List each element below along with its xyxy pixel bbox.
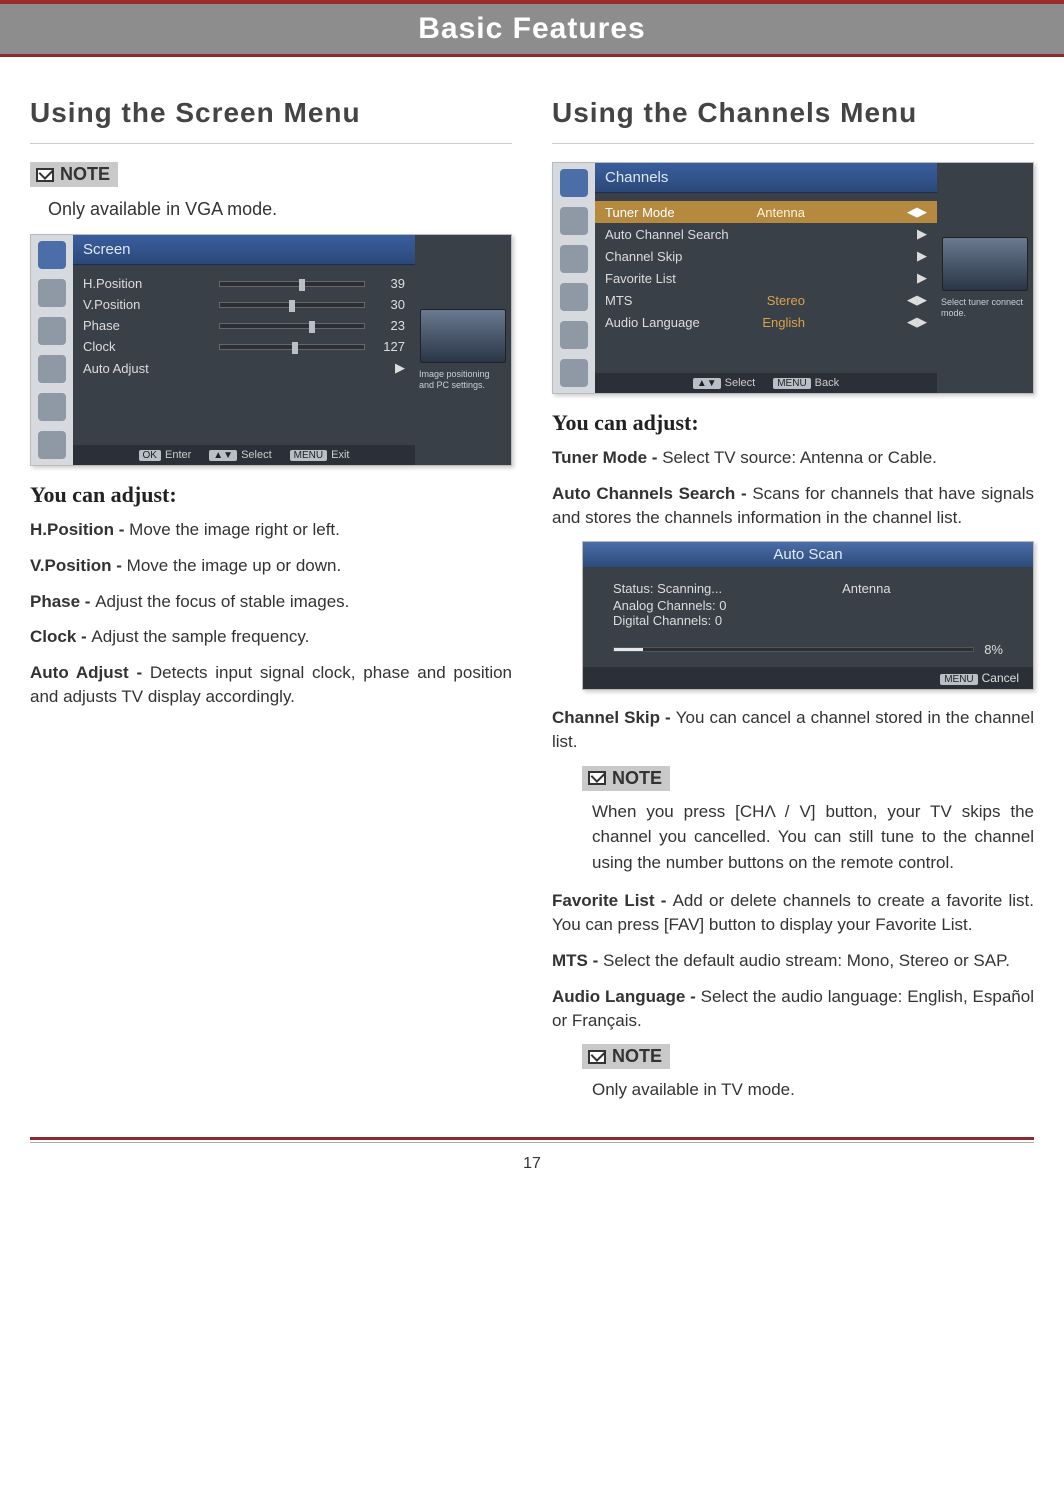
- osd-icon: [38, 317, 66, 345]
- check-icon: [36, 168, 54, 182]
- subhead: You can adjust:: [30, 482, 512, 508]
- note-label: NOTE: [612, 1046, 662, 1067]
- osd-icon-strip: [553, 163, 595, 393]
- osd-row-clock: Clock 127: [73, 336, 415, 357]
- osd-row-mts: MTS Stereo ◀▶: [595, 289, 937, 311]
- osd-icon: [38, 279, 66, 307]
- page-header: Basic Features: [0, 4, 1064, 54]
- note-text: When you press [CHΛ / V] button, your TV…: [592, 799, 1034, 876]
- desc-mts: MTS - Select the default audio stream: M…: [552, 949, 1034, 973]
- note-label: NOTE: [612, 768, 662, 789]
- check-icon: [588, 771, 606, 785]
- osd-autoscan: Auto Scan Status: Scanning...Antenna Ana…: [582, 541, 1034, 690]
- note-text: Only available in VGA mode.: [48, 199, 512, 220]
- osd-row-chskip: Channel Skip ▶: [595, 245, 937, 267]
- osd-title: Screen: [73, 235, 415, 265]
- chevron-right-icon: ▶: [917, 226, 927, 242]
- preview-thumb: [420, 309, 506, 363]
- osd-title: Channels: [595, 163, 937, 193]
- osd-icon-strip: [31, 235, 73, 465]
- desc-autosearch: Auto Channels Search - Scans for channel…: [552, 482, 1034, 530]
- check-icon: [588, 1050, 606, 1064]
- subhead: You can adjust:: [552, 410, 1034, 436]
- section-rule: [552, 143, 1034, 144]
- osd-icon: [560, 359, 588, 387]
- osd-preview-pane: Image positioning and PC settings.: [415, 235, 511, 465]
- footer-rule: [30, 1137, 1034, 1140]
- preview-thumb: [942, 237, 1028, 291]
- osd-channels: Channels Tuner Mode Antenna ◀▶ Auto Chan…: [552, 162, 1034, 394]
- note-text: Only available in TV mode.: [592, 1077, 1034, 1103]
- osd-icon: [38, 241, 66, 269]
- slider: [219, 281, 365, 287]
- osd-row-tunermode: Tuner Mode Antenna ◀▶: [595, 201, 937, 223]
- note-badge: NOTE: [582, 766, 670, 791]
- right-column: Using the Channels Menu Channels Tune: [552, 97, 1034, 1117]
- osd-icon: [38, 393, 66, 421]
- scan-title: Auto Scan: [583, 542, 1033, 567]
- chevron-right-icon: ▶: [395, 360, 405, 376]
- osd-icon: [38, 355, 66, 383]
- page-number: 17: [0, 1143, 1064, 1203]
- osd-screen: Screen H.Position 39 V.Position 30: [30, 234, 512, 466]
- osd-row-favlist: Favorite List ▶: [595, 267, 937, 289]
- osd-row-vposition: V.Position 30: [73, 294, 415, 315]
- osd-row-autosearch: Auto Channel Search ▶: [595, 223, 937, 245]
- desc-tunermode: Tuner Mode - Select TV source: Antenna o…: [552, 446, 1034, 470]
- osd-icon: [560, 283, 588, 311]
- osd-row-audiolang: Audio Language English ◀▶: [595, 311, 937, 333]
- osd-row-hposition: H.Position 39: [73, 273, 415, 294]
- section-title-channels: Using the Channels Menu: [552, 97, 1034, 129]
- osd-hint-bar: OKEnter ▲▼Select MENUExit: [73, 445, 415, 465]
- desc-autoadjust: Auto Adjust - Detects input signal clock…: [30, 661, 512, 709]
- progress-percent: 8%: [984, 642, 1003, 657]
- note-badge: NOTE: [582, 1044, 670, 1069]
- osd-icon: [560, 245, 588, 273]
- progress-bar: [613, 647, 974, 652]
- desc-chskip: Channel Skip - You can cancel a channel …: [552, 706, 1034, 754]
- osd-icon: [560, 169, 588, 197]
- osd-icon: [38, 431, 66, 459]
- osd-row-phase: Phase 23: [73, 315, 415, 336]
- desc-vposition: V.Position - Move the image up or down.: [30, 554, 512, 578]
- desc-hposition: H.Position - Move the image right or lef…: [30, 518, 512, 542]
- desc-favlist: Favorite List - Add or delete channels t…: [552, 889, 1034, 937]
- osd-icon: [560, 321, 588, 349]
- chevron-right-icon: ▶: [917, 248, 927, 264]
- scan-footer: MENUCancel: [583, 667, 1033, 689]
- note-label: NOTE: [60, 164, 110, 185]
- osd-hint-bar: ▲▼Select MENUBack: [595, 373, 937, 393]
- osd-preview-pane: Select tuner connect mode.: [937, 163, 1033, 393]
- desc-phase: Phase - Adjust the focus of stable image…: [30, 590, 512, 614]
- osd-row-autoadjust: Auto Adjust ▶: [73, 357, 415, 379]
- left-right-icon: ◀▶: [907, 292, 927, 308]
- desc-clock: Clock - Adjust the sample frequency.: [30, 625, 512, 649]
- chevron-right-icon: ▶: [917, 270, 927, 286]
- left-right-icon: ◀▶: [907, 314, 927, 330]
- osd-icon: [560, 207, 588, 235]
- section-rule: [30, 143, 512, 144]
- note-badge: NOTE: [30, 162, 118, 187]
- left-right-icon: ◀▶: [907, 204, 927, 220]
- left-column: Using the Screen Menu NOTE Only availabl…: [30, 97, 512, 1117]
- desc-audiolang: Audio Language - Select the audio langua…: [552, 985, 1034, 1033]
- section-title-screen: Using the Screen Menu: [30, 97, 512, 129]
